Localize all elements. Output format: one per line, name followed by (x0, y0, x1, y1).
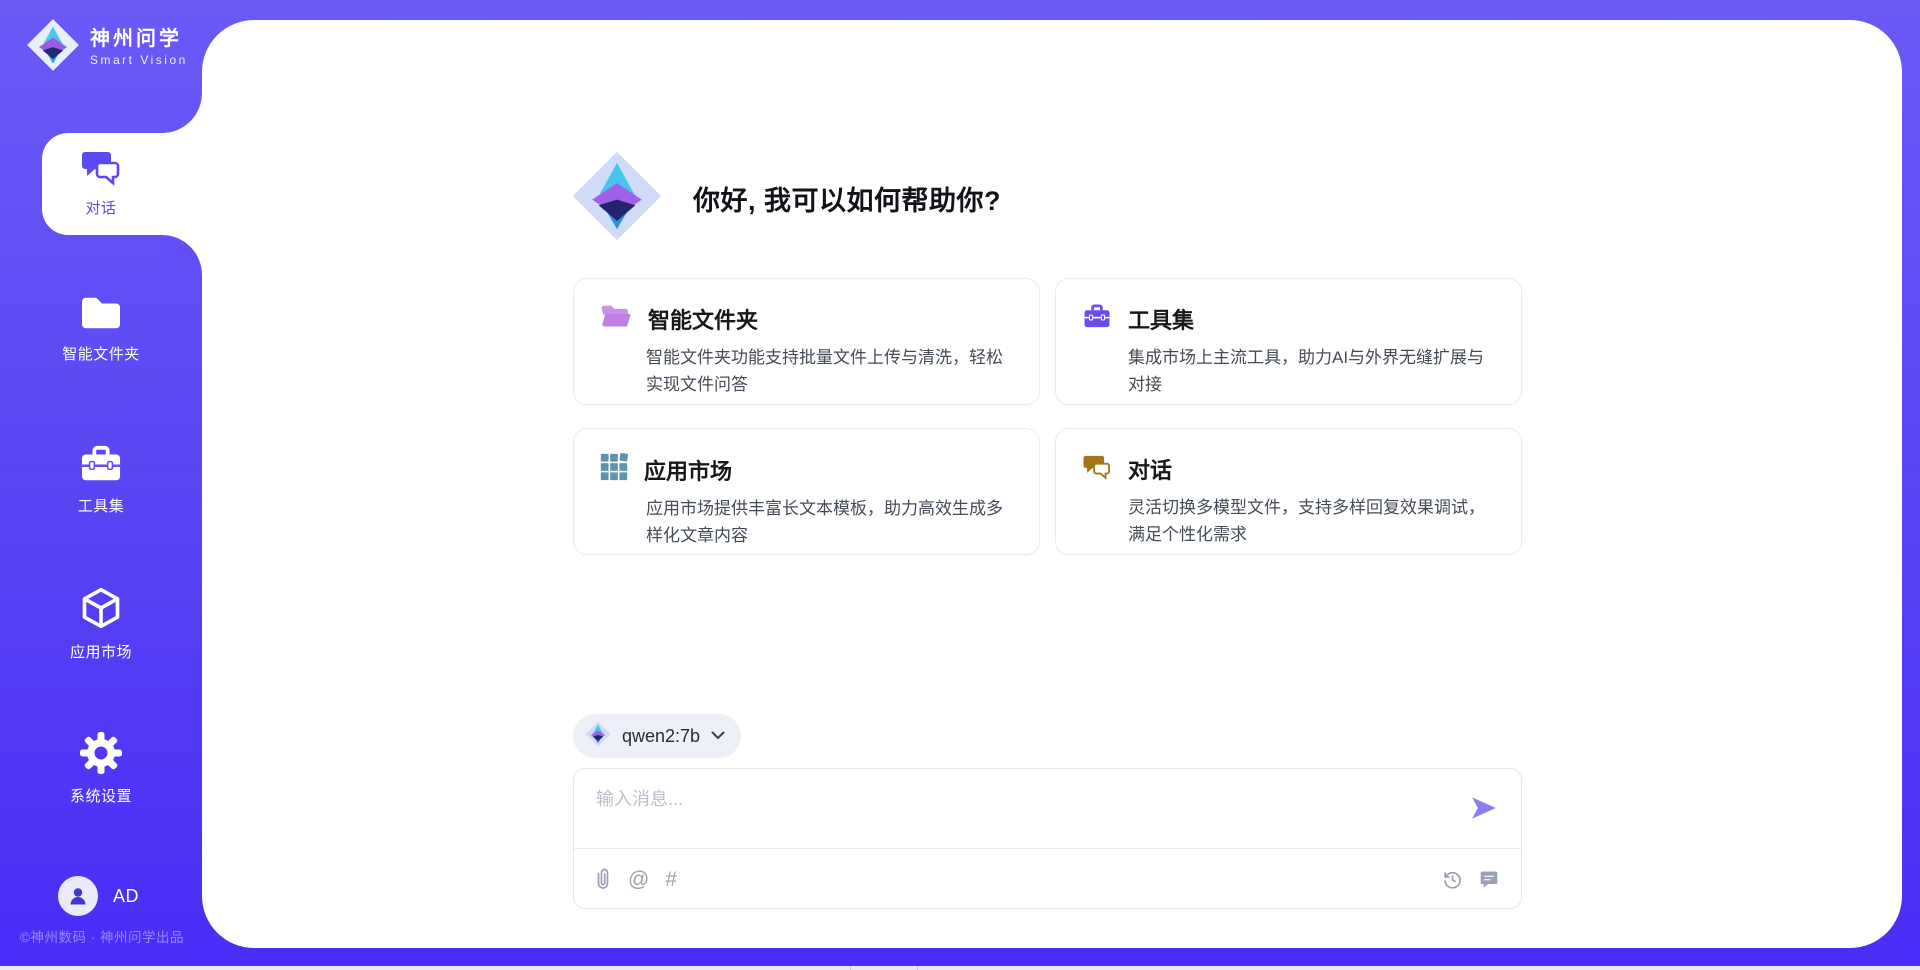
sidebar-item-chat[interactable]: 对话 (0, 148, 202, 218)
sidebar-item-toolset[interactable]: 工具集 (0, 444, 202, 516)
card-description: 集成市场上主流工具，助力AI与外界无缝扩展与对接 (1128, 345, 1497, 399)
message-composer: @ # (573, 768, 1522, 909)
brand-logo: 神州问学 Smart Vision (26, 18, 188, 77)
model-name: qwen2:7b (622, 726, 700, 747)
sidebar-item-label: 应用市场 (70, 641, 132, 662)
card-title: 智能文件夹 (648, 303, 758, 335)
user-profile[interactable]: AD (58, 876, 139, 916)
card-smart-folder[interactable]: 智能文件夹 智能文件夹功能支持批量文件上传与清洗，轻松实现文件问答 (573, 278, 1040, 405)
sidebar-item-label: 工具集 (78, 495, 125, 516)
card-description: 应用市场提供丰富长文本模板，助力高效生成多样化文章内容 (646, 496, 1015, 550)
diamond-logo-icon (585, 721, 611, 752)
brand-diamond-icon (26, 18, 80, 77)
model-selector[interactable]: qwen2:7b (573, 714, 741, 758)
hero-greeting: 你好, 我可以如何帮助你? (571, 150, 1001, 247)
chat-icon (80, 148, 122, 186)
sidebar-item-label: 系统设置 (70, 785, 132, 806)
chat-icon (1082, 453, 1112, 485)
brand-subtitle: Smart Vision (90, 53, 188, 67)
grid-icon (600, 453, 628, 486)
strip-divider (850, 966, 851, 970)
avatar (58, 876, 98, 916)
message-input[interactable] (594, 783, 1448, 845)
sidebar-item-smart-folder[interactable]: 智能文件夹 (0, 294, 202, 364)
hero-diamond-icon (571, 150, 663, 247)
card-description: 灵活切换多模型文件，支持多样回复效果调试，满足个性化需求 (1128, 495, 1497, 549)
bottom-edge-strip (0, 966, 1920, 970)
strip-divider (917, 966, 918, 970)
greeting-text: 你好, 我可以如何帮助你? (693, 179, 1001, 218)
card-description: 智能文件夹功能支持批量文件上传与清洗，轻松实现文件问答 (646, 345, 1015, 399)
card-app-market[interactable]: 应用市场 应用市场提供丰富长文本模板，助力高效生成多样化文章内容 (573, 428, 1040, 555)
card-title: 对话 (1128, 453, 1172, 485)
folder-open-icon (600, 303, 632, 335)
feature-card-grid: 智能文件夹 智能文件夹功能支持批量文件上传与清洗，轻松实现文件问答 工具集 集成… (573, 278, 1522, 555)
brand-name: 神州问学 (90, 28, 188, 51)
card-title: 工具集 (1128, 303, 1194, 335)
card-title: 应用市场 (644, 454, 732, 486)
gear-icon (80, 732, 122, 774)
composer-toolbar: @ # (594, 849, 1499, 909)
toolbox-icon (78, 444, 124, 484)
topic-icon[interactable]: # (665, 869, 677, 890)
app-root: { "brand": { "name": "神州问学", "subtitle":… (0, 0, 1920, 970)
send-icon[interactable] (1469, 793, 1499, 823)
history-icon[interactable] (1442, 869, 1463, 890)
copyright-text: ©神州数码 · 神州问学出品 (20, 926, 184, 946)
sidebar-item-settings[interactable]: 系统设置 (0, 732, 202, 806)
sidebar-item-label: 对话 (85, 197, 116, 218)
attachment-icon[interactable] (594, 868, 612, 890)
sidebar-item-app-market[interactable]: 应用市场 (0, 586, 202, 662)
sidebar-item-label: 智能文件夹 (62, 343, 140, 364)
folder-icon (78, 294, 124, 332)
user-name: AD (113, 886, 139, 907)
cube-icon (80, 586, 122, 630)
mention-icon[interactable]: @ (628, 869, 649, 890)
feedback-icon[interactable] (1479, 869, 1499, 889)
card-toolset[interactable]: 工具集 集成市场上主流工具，助力AI与外界无缝扩展与对接 (1055, 278, 1522, 405)
toolbox-icon (1082, 303, 1112, 335)
chevron-down-icon (711, 727, 725, 745)
card-chat[interactable]: 对话 灵活切换多模型文件，支持多样回复效果调试，满足个性化需求 (1055, 428, 1522, 555)
